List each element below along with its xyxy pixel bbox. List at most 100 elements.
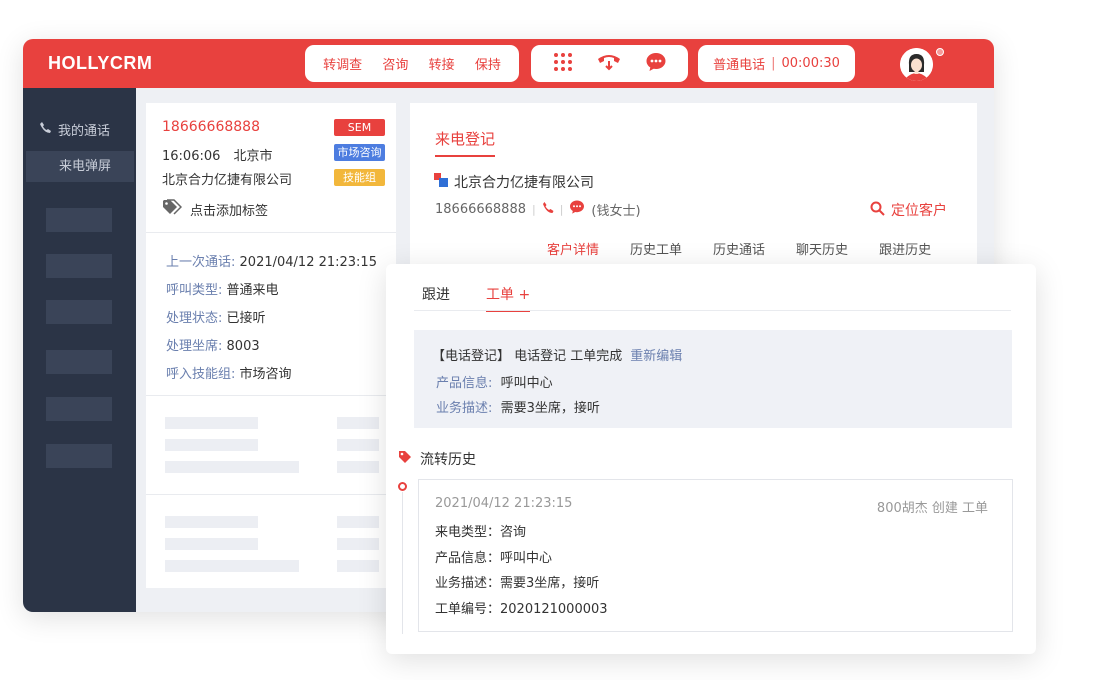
history-title: 流转历史 — [420, 452, 476, 468]
call-tools-group — [531, 45, 688, 82]
hold-button[interactable]: 保持 — [475, 54, 501, 73]
history-line: 业务描述：需要3坐席，接听 — [435, 576, 600, 591]
section-title: 来电登记 — [435, 128, 496, 157]
company-logo-icon — [434, 173, 448, 191]
placeholder-bar — [165, 439, 258, 451]
sidebar-placeholder — [46, 208, 112, 232]
brand-logo: HOLLYCRM — [48, 53, 153, 73]
placeholder-bar — [165, 560, 299, 572]
call-timer: 00:00:30 — [781, 56, 840, 71]
avatar[interactable] — [900, 48, 933, 81]
info-agent: 处理坐席: 8003 — [166, 339, 260, 354]
caller-time-city: 16:06:06 北京市 — [162, 145, 273, 164]
sidebar-placeholder — [46, 300, 112, 324]
consult-button[interactable]: 咨询 — [382, 54, 408, 73]
placeholder-bar — [165, 417, 258, 429]
history-line: 产品信息：呼叫中心 — [435, 551, 553, 566]
info-last-call: 上一次通话: 2021/04/12 21:23:15 — [166, 255, 377, 270]
placeholder-bar — [337, 516, 379, 528]
sidebar-placeholder — [46, 254, 112, 278]
tag-skill-group: 技能组 — [334, 169, 385, 186]
history-line: 来电类型：咨询 — [435, 525, 527, 540]
tag-icon — [398, 450, 412, 468]
caller-info-card: 18666668888 16:06:06 北京市 北京合力亿捷有限公司 SEM … — [146, 103, 396, 588]
sidebar-item-label: 我的通话 — [58, 124, 111, 139]
message-customer-icon[interactable] — [569, 199, 585, 219]
customer-phone: 18666668888 — [435, 201, 526, 217]
locate-customer-button[interactable]: 定位客户 — [870, 200, 947, 220]
sidebar-item-incoming-popup[interactable]: 来电弹屏 — [26, 151, 134, 182]
caller-time: 16:06:06 — [162, 149, 221, 164]
divider — [146, 395, 396, 396]
locate-customer-label: 定位客户 — [891, 203, 947, 219]
call-status: 普通电话 | 00:00:30 — [698, 45, 855, 82]
call-actions-group: 转调查 咨询 转接 保持 — [305, 45, 519, 82]
tag-market-consult: 市场咨询 — [334, 144, 385, 161]
customer-company: 北京合力亿捷有限公司 — [434, 172, 594, 192]
divider — [146, 494, 396, 495]
phone-icon — [39, 121, 52, 138]
sidebar-placeholder — [46, 397, 112, 421]
search-icon — [870, 201, 885, 220]
ticket-title-row: 【电话登记】 电话登记 工单完成 重新编辑 — [432, 345, 682, 364]
timeline-line — [402, 492, 403, 634]
work-order-tabs: 跟进 工单 + — [422, 284, 566, 312]
info-skill-group: 呼入技能组: 市场咨询 — [166, 367, 292, 382]
placeholder-bar — [165, 538, 258, 550]
tag-sem: SEM — [334, 119, 385, 136]
tag-icon — [162, 199, 183, 219]
call-customer-icon[interactable] — [542, 201, 554, 218]
tab-work-order[interactable]: 工单 + — [486, 284, 531, 312]
placeholder-bar — [337, 560, 379, 572]
tab-history-orders[interactable]: 历史工单 — [630, 239, 682, 266]
contact-name: (钱女士) — [591, 203, 641, 219]
caller-company: 北京合力亿捷有限公司 — [162, 173, 293, 188]
add-tag-button[interactable]: 点击添加标签 — [162, 199, 268, 219]
history-entry: 2021/04/12 21:23:15 800胡杰 创建 工单 来电类型：咨询 … — [418, 479, 1013, 632]
placeholder-bar — [337, 461, 379, 473]
tab-history-calls[interactable]: 历史通话 — [713, 239, 765, 266]
divider — [146, 232, 396, 233]
company-name: 北京合力亿捷有限公司 — [454, 175, 594, 191]
sidebar: 我的通话 来电弹屏 — [23, 88, 136, 612]
contact-separator: | — [559, 202, 564, 216]
hangup-icon[interactable] — [596, 52, 622, 76]
ticket-description: 业务描述: 需要3坐席，接听 — [436, 401, 600, 416]
history-header: 流转历史 — [398, 449, 476, 469]
placeholder-bar — [337, 538, 379, 550]
contact-separator: | — [531, 202, 536, 216]
placeholder-bar — [337, 417, 379, 429]
info-status: 处理状态: 已接听 — [166, 311, 266, 326]
transfer-button[interactable]: 转接 — [429, 54, 455, 73]
customer-tabs: 客户详情 历史工单 历史通话 聊天历史 跟进历史 — [547, 239, 962, 266]
ticket-product: 产品信息: 呼叫中心 — [436, 376, 553, 391]
top-bar: HOLLYCRM 转调查 咨询 转接 保持 普通电话 | 00:00:30 — [23, 39, 994, 88]
divider — [414, 310, 1011, 311]
re-edit-link[interactable]: 重新编辑 — [630, 349, 682, 364]
history-line: 工单编号：2020121000003 — [435, 602, 608, 617]
placeholder-bar — [337, 439, 379, 451]
status-separator: | — [771, 56, 776, 71]
sidebar-item-my-calls[interactable]: 我的通话 — [39, 120, 110, 139]
sidebar-placeholder — [46, 444, 112, 468]
info-call-type: 呼叫类型: 普通来电 — [166, 283, 279, 298]
online-status-dot — [936, 48, 944, 56]
sidebar-placeholder — [46, 350, 112, 374]
ticket-summary: 【电话登记】 电话登记 工单完成 重新编辑 产品信息: 呼叫中心 业务描述: 需要… — [414, 330, 1012, 428]
tab-chat-history[interactable]: 聊天历史 — [796, 239, 848, 266]
chat-icon[interactable] — [645, 51, 667, 77]
ticket-title: 【电话登记】 电话登记 工单完成 — [432, 349, 623, 364]
caller-city: 北京市 — [233, 149, 273, 164]
tab-customer-details[interactable]: 客户详情 — [547, 239, 600, 266]
call-type: 普通电话 — [713, 58, 766, 73]
placeholder-bar — [165, 461, 299, 473]
placeholder-bar — [165, 516, 258, 528]
timeline-dot — [398, 482, 407, 491]
tab-followup[interactable]: 跟进 — [422, 284, 450, 312]
survey-transfer-button[interactable]: 转调查 — [323, 54, 362, 73]
history-meta: 800胡杰 创建 工单 — [876, 501, 988, 516]
history-time: 2021/04/12 21:23:15 — [435, 496, 573, 511]
tab-followup-history[interactable]: 跟进历史 — [879, 239, 931, 266]
dialpad-icon[interactable] — [553, 52, 573, 76]
caller-phone: 18666668888 — [162, 119, 260, 135]
